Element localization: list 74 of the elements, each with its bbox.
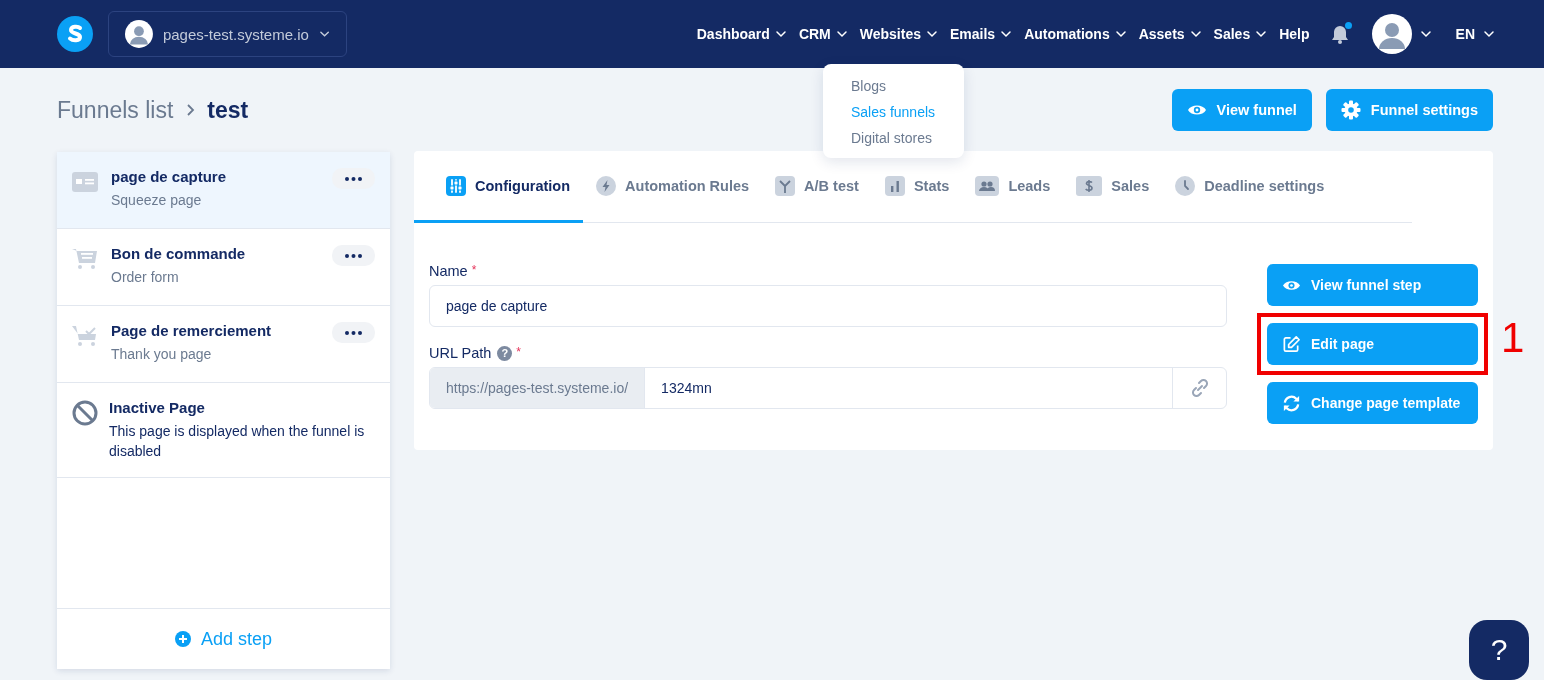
required-mark: * (471, 263, 477, 277)
tab[interactable]: Automation Rules (583, 151, 763, 223)
step-title: Page de remerciement (111, 322, 273, 339)
site-selector[interactable]: pages-test.systeme.io (108, 11, 347, 57)
language-menu[interactable]: EN (1455, 26, 1495, 42)
notification-button[interactable] (1329, 23, 1350, 45)
menu-item[interactable]: Blogs (851, 78, 964, 94)
chevron-icon (1419, 28, 1432, 40)
step-title: Bon de commande (111, 245, 247, 262)
plus-icon (174, 631, 191, 647)
nav-menu[interactable]: Dashboard (696, 26, 787, 42)
chevron-icon (926, 28, 938, 40)
more-icon (345, 253, 362, 258)
clock-icon (1175, 175, 1196, 196)
chevron-icon (1114, 28, 1127, 40)
nav-menu[interactable]: Websites (859, 26, 938, 42)
logo-icon[interactable] (57, 16, 93, 52)
step-title: page de capture (111, 168, 228, 185)
step-type: Order form (111, 268, 180, 287)
annotation-number: 1 (1501, 314, 1525, 362)
funnel-step[interactable]: page de capture Squeeze page (57, 152, 390, 229)
dollar-icon (1076, 175, 1103, 196)
account-menu[interactable] (1371, 14, 1432, 54)
bell-icon (1329, 23, 1350, 45)
chevron-icon (318, 28, 330, 40)
notification-dot (1344, 21, 1352, 29)
sliders-icon (446, 175, 466, 196)
chevron-icon (774, 28, 787, 40)
chevron-icon (1483, 28, 1495, 40)
tab[interactable]: Configuration (414, 151, 584, 223)
bar-chart-icon (884, 175, 905, 196)
help-button[interactable]: ? (1469, 620, 1529, 680)
tab[interactable]: Deadline settings (1162, 151, 1338, 223)
tab[interactable]: Stats (871, 151, 963, 223)
nav-menu[interactable]: Sales (1213, 26, 1268, 42)
tab[interactable]: Leads (962, 151, 1064, 223)
funnel-step[interactable]: Page de remerciement Thank you page (57, 306, 390, 383)
step-type: This page is displayed when the funnel is disabled (109, 422, 366, 461)
tab[interactable]: A/B test (762, 151, 872, 223)
step-type: Thank you page (111, 345, 213, 364)
lightning-icon (596, 175, 617, 196)
nav-menu[interactable]: CRM (798, 26, 848, 42)
avatar-icon (1371, 14, 1412, 54)
more-icon (345, 176, 362, 181)
nav-menu[interactable]: Emails (950, 26, 1013, 42)
avatar-icon (125, 19, 153, 49)
chevron-icon (1189, 28, 1202, 40)
users-icon (975, 175, 1000, 196)
name-field[interactable]: page de capture (429, 285, 1227, 327)
tab[interactable]: Sales (1063, 151, 1163, 223)
settings-icon (1340, 100, 1361, 120)
funnel-step[interactable]: Bon de commande Order form (57, 229, 390, 306)
required-mark: * (516, 345, 521, 359)
more-button[interactable] (332, 245, 375, 266)
nav-menu[interactable]: Help (1279, 26, 1310, 42)
nav-menu[interactable]: Automations (1024, 26, 1127, 42)
nav-menu[interactable]: Assets (1138, 26, 1202, 42)
field-label: Name (429, 263, 468, 279)
breadcrumb-link[interactable]: Funnels list (57, 96, 174, 124)
more-button[interactable] (332, 322, 375, 343)
chevron-right-icon (185, 104, 196, 116)
disabled-icon (71, 399, 99, 427)
more-button[interactable] (332, 168, 375, 189)
chevron-icon (835, 28, 848, 40)
more-icon (345, 330, 362, 335)
field-label: URL Path (429, 345, 492, 361)
page-title: test (207, 96, 249, 124)
step-type: Squeeze page (111, 191, 203, 210)
menu-item[interactable]: Digital stores (851, 130, 964, 146)
step-title: Inactive Page (109, 399, 206, 416)
refresh-icon (1282, 393, 1301, 413)
edit-icon (1282, 334, 1301, 354)
chevron-icon (1000, 28, 1013, 40)
chevron-icon (1255, 28, 1268, 40)
